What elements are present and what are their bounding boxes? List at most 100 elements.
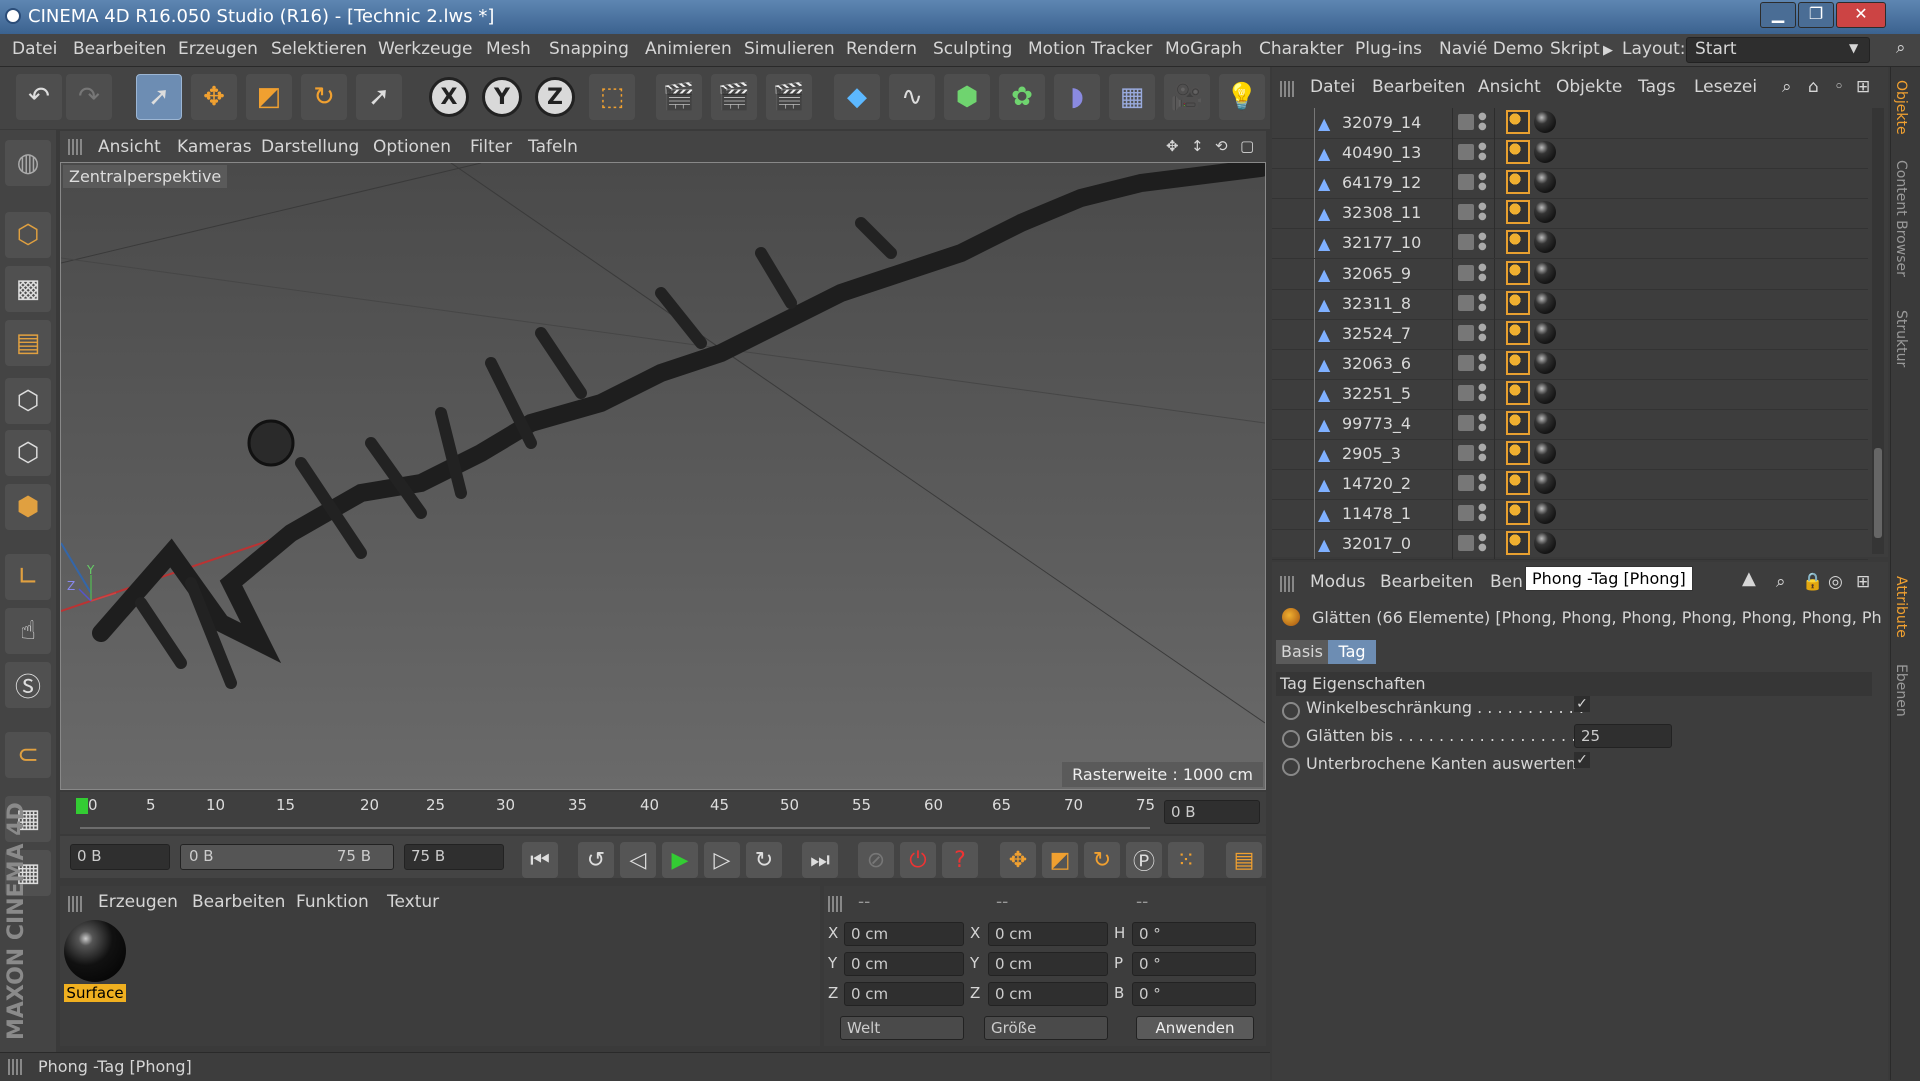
object-list-scrollbar[interactable]	[1872, 108, 1884, 554]
material-swatch[interactable]: Surface	[64, 920, 126, 1004]
cube-object-button[interactable]: ◆	[834, 74, 880, 120]
material-tag-icon[interactable]	[1534, 111, 1556, 133]
object-name[interactable]: 32017_0	[1342, 534, 1411, 553]
axis-y-button[interactable]: Y	[482, 77, 522, 117]
material-tag-icon[interactable]	[1534, 442, 1556, 465]
up-arrow-icon[interactable]: ▲	[1742, 568, 1756, 589]
key-parameter-button[interactable]: Ⓟ	[1126, 842, 1162, 878]
menu-navie-demo[interactable]: Navié Demo	[1439, 39, 1543, 59]
solo-mode-button[interactable]: Ⓢ	[5, 662, 51, 708]
cloner-button[interactable]: ✿	[999, 74, 1045, 120]
phong-tag-icon[interactable]	[1506, 230, 1530, 255]
layer-icon[interactable]	[1458, 114, 1474, 130]
key-points-button[interactable]: ⁙	[1168, 842, 1204, 878]
layer-icon[interactable]	[1458, 354, 1474, 371]
rotation-h-field[interactable]: 0 °	[1132, 922, 1256, 946]
phong-tag-icon[interactable]	[1506, 170, 1530, 195]
glaetten-bis-field[interactable]: 25	[1574, 724, 1672, 748]
light-button[interactable]: 💡	[1219, 74, 1265, 120]
target-icon[interactable]: ◎	[1828, 572, 1843, 592]
phong-tag-icon[interactable]	[1506, 320, 1530, 345]
object-name[interactable]: 32251_5	[1342, 384, 1411, 403]
menu-motion-tracker[interactable]: Motion Tracker	[1028, 39, 1152, 59]
key-rotation-button[interactable]: ↻	[1084, 842, 1120, 878]
edges-mode-button[interactable]: ⬡	[5, 430, 51, 476]
menu-datei[interactable]: Datei	[12, 39, 57, 59]
phong-tag-icon[interactable]	[1506, 260, 1530, 285]
attr-menu-bearbeiten[interactable]: Bearbeiten	[1380, 572, 1473, 592]
phong-tag-icon[interactable]	[1506, 471, 1530, 496]
object-row[interactable]: ▲ 32177_10 ● ●	[1272, 228, 1868, 260]
object-row[interactable]: ▲ 32308_11 ● ●	[1272, 198, 1868, 230]
phong-tag-icon[interactable]	[1506, 350, 1530, 375]
render-view-button[interactable]: 🎬	[656, 74, 702, 120]
search-icon[interactable]: ⌕	[1782, 77, 1792, 97]
animate-icon[interactable]	[1282, 702, 1300, 720]
visibility-dots-icon[interactable]: ● ●	[1478, 202, 1487, 222]
viewport-pan-icon[interactable]: ✥	[1166, 137, 1179, 155]
sphere-mode-button[interactable]: ◍	[5, 140, 51, 186]
redo-button[interactable]: ↷	[66, 74, 112, 120]
object-name[interactable]: 99773_4	[1342, 414, 1411, 433]
rotate-tool-button[interactable]: ↻	[301, 74, 347, 120]
object-row[interactable]: ▲ 32065_9 ● ●	[1272, 258, 1868, 290]
tab-tag[interactable]: Tag	[1328, 640, 1376, 664]
side-tab-attribute[interactable]: Attribute	[1893, 576, 1909, 638]
object-name[interactable]: 11478_1	[1342, 504, 1411, 523]
axis-x-button[interactable]: X	[429, 77, 469, 117]
menu-erzeugen[interactable]: Erzeugen	[178, 39, 258, 59]
position-y-field[interactable]: 0 cm	[844, 952, 964, 976]
play-button[interactable]: ▶	[662, 842, 698, 878]
key-scale-button[interactable]: ◩	[1042, 842, 1078, 878]
object-row[interactable]: ▲ 32524_7 ● ●	[1272, 318, 1868, 350]
coord-system-dropdown[interactable]: Welt	[840, 1016, 964, 1040]
layer-icon[interactable]	[1458, 294, 1474, 311]
layout-dropdown[interactable]: Start ▼	[1686, 37, 1870, 63]
side-tab-ebenen[interactable]: Ebenen	[1893, 664, 1909, 717]
animate-icon[interactable]	[1282, 730, 1300, 748]
camera-button[interactable]: 🎥	[1164, 74, 1210, 120]
expand-panel-icon[interactable]: ⊞	[1856, 572, 1870, 592]
coordinate-system-button[interactable]: ⬚	[589, 74, 635, 120]
scale-tool-button[interactable]: ◩	[246, 74, 292, 120]
render-settings-button[interactable]: 🎬	[766, 74, 812, 120]
visibility-dots-icon[interactable]: ● ●	[1478, 352, 1487, 373]
points-mode-button[interactable]: ⬡	[5, 378, 51, 424]
menu-simulieren[interactable]: Simulieren	[744, 39, 835, 59]
layer-icon[interactable]	[1458, 475, 1474, 492]
menu-werkzeuge[interactable]: Werkzeuge	[378, 39, 473, 59]
visibility-dots-icon[interactable]: ● ●	[1478, 382, 1487, 403]
deformer-button[interactable]: ◗	[1054, 74, 1100, 120]
go-to-start-button[interactable]: ⏮	[522, 842, 558, 878]
object-row[interactable]: ▲ 32079_14 ● ●	[1272, 108, 1868, 139]
visibility-dots-icon[interactable]: ● ●	[1478, 322, 1487, 343]
previous-frame-button[interactable]: ◁	[620, 842, 656, 878]
material-tag-icon[interactable]	[1534, 261, 1556, 284]
animate-icon[interactable]	[1282, 758, 1300, 776]
phong-tag-icon[interactable]	[1506, 501, 1530, 526]
position-x-field[interactable]: 0 cm	[844, 922, 964, 946]
phong-tag-icon[interactable]	[1506, 200, 1530, 225]
object-name[interactable]: 14720_2	[1342, 474, 1411, 493]
object-menu-objekte[interactable]: Objekte	[1556, 77, 1622, 97]
lock-icon[interactable]: 🔒	[1802, 572, 1823, 592]
snap-magnet-button[interactable]: ⊂	[5, 732, 51, 778]
layer-icon[interactable]	[1458, 234, 1474, 251]
material-tag-icon[interactable]	[1534, 351, 1556, 374]
phong-tag-icon[interactable]	[1506, 441, 1530, 466]
material-tag-icon[interactable]	[1534, 171, 1556, 194]
menu-selektieren[interactable]: Selektieren	[271, 39, 367, 59]
object-name[interactable]: 64179_12	[1342, 173, 1421, 192]
apply-button[interactable]: Anwenden	[1136, 1016, 1254, 1040]
object-menu-lesezeichen[interactable]: Lesezei	[1694, 77, 1757, 97]
phong-tag-icon[interactable]	[1506, 290, 1530, 315]
visibility-dots-icon[interactable]: ● ●	[1478, 533, 1487, 553]
layer-icon[interactable]	[1458, 264, 1474, 281]
object-row[interactable]: ▲ 2905_3 ● ●	[1272, 439, 1868, 471]
autokey-button[interactable]: ⏻	[900, 842, 936, 878]
layer-icon[interactable]	[1458, 384, 1474, 401]
unterbrochene-kanten-checkbox[interactable]: ✓	[1574, 752, 1590, 768]
size-z-field[interactable]: 0 cm	[988, 982, 1108, 1006]
menu-animieren[interactable]: Animieren	[645, 39, 732, 59]
viewport-menu-kameras[interactable]: Kameras	[177, 137, 252, 157]
